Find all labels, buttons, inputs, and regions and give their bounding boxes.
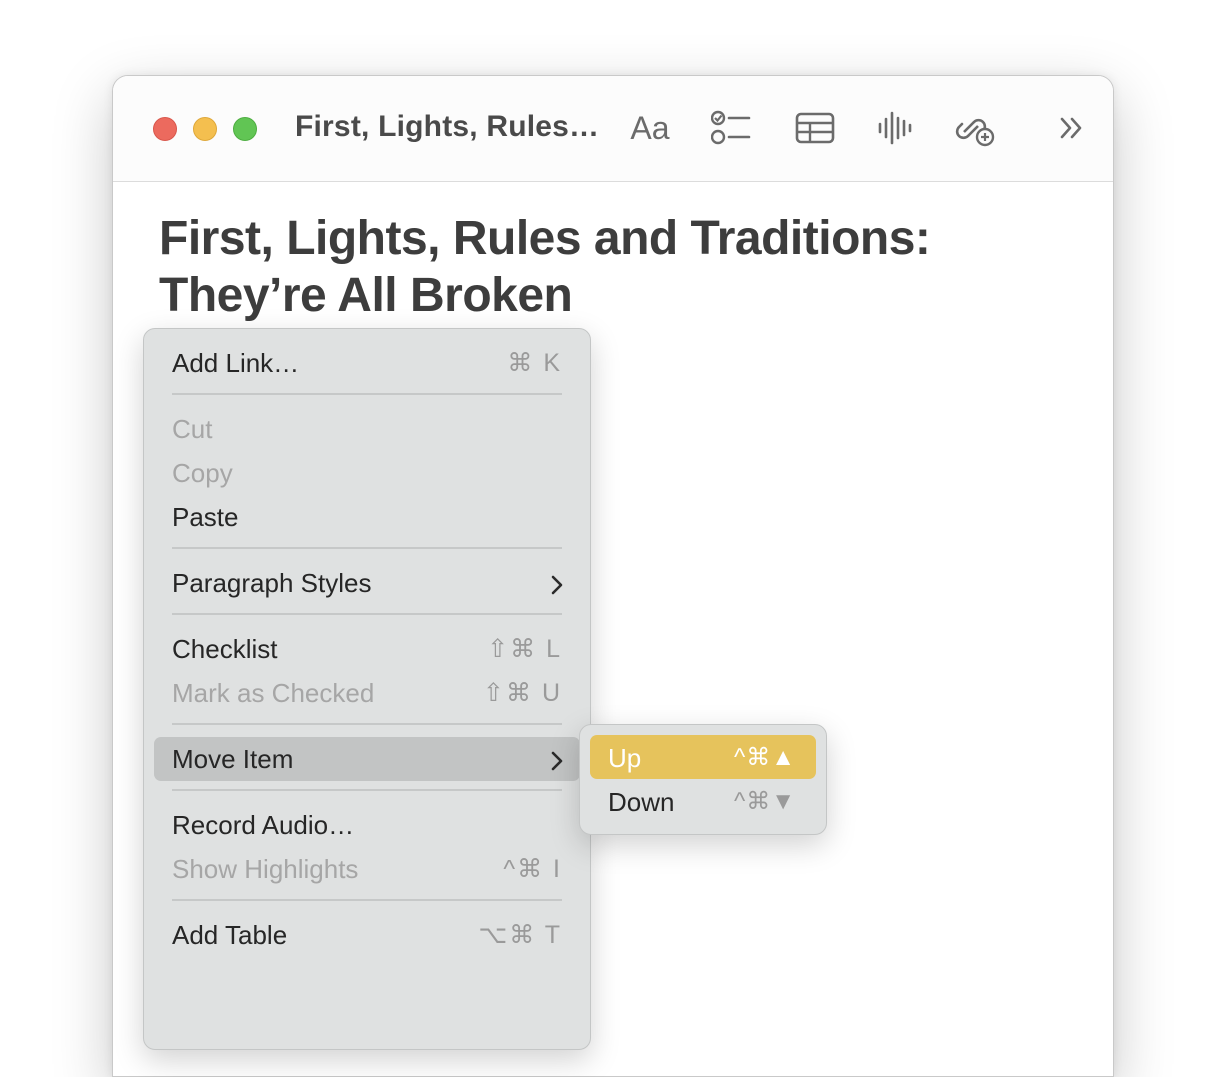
menu-item-copy[interactable]: Copy — [154, 451, 580, 495]
more-icon[interactable] — [1055, 108, 1089, 148]
menu-separator — [172, 723, 562, 725]
menu-item-label: Record Audio… — [172, 809, 355, 840]
menu-item-label: Mark as Checked — [172, 677, 375, 708]
menu-item-add-table[interactable]: Add Table ⌥⌘ T — [154, 913, 580, 957]
note-title-line: They’re All Broken — [159, 269, 573, 322]
menu-separator — [172, 613, 562, 615]
menu-item-label: Copy — [172, 457, 233, 488]
menu-separator — [172, 393, 562, 395]
menu-item-label: Add Table — [172, 919, 288, 950]
table-icon[interactable] — [793, 108, 837, 148]
menu-item-label: Move Item — [172, 743, 294, 774]
menu-item-label: Cut — [172, 413, 213, 444]
chevron-right-icon — [550, 572, 564, 603]
shortcut-label: ⌥⌘ T — [478, 921, 562, 949]
shortcut-label: ^⌘▲ — [733, 744, 796, 771]
menu-separator — [172, 547, 562, 549]
menu-item-label: Checklist — [172, 633, 278, 664]
menu-separator — [172, 899, 562, 901]
menu-item-label: Show Highlights — [172, 853, 359, 884]
menu-item-cut[interactable]: Cut — [154, 407, 580, 451]
zoom-button[interactable] — [233, 117, 257, 141]
menu-item-label: Paste — [172, 501, 239, 532]
menu-item-add-link[interactable]: Add Link… ⌘ K — [154, 341, 580, 385]
shortcut-label: ^⌘▼ — [733, 788, 796, 815]
chevron-right-icon — [550, 748, 564, 779]
collaborate-icon[interactable] — [953, 108, 997, 148]
context-menu: Add Link… ⌘ K Cut Copy Paste Paragraph S… — [143, 328, 591, 1050]
submenu-item-down[interactable]: Down ^⌘▼ — [590, 779, 816, 823]
menu-item-label: Paragraph Styles — [172, 567, 372, 598]
menu-item-paragraph-styles[interactable]: Paragraph Styles — [154, 561, 580, 605]
menu-item-mark-as-checked[interactable]: Mark as Checked ⇧⌘ U — [154, 671, 580, 715]
note-title-line: First, Lights, Rules and Traditions: — [159, 212, 931, 265]
menu-item-checklist[interactable]: Checklist ⇧⌘ L — [154, 627, 580, 671]
close-button[interactable] — [153, 117, 177, 141]
menu-item-label: Down — [608, 787, 675, 817]
menu-item-move-item[interactable]: Move Item — [154, 737, 580, 781]
audio-icon[interactable] — [875, 108, 915, 148]
menu-item-label: Add Link… — [172, 347, 300, 378]
note-title[interactable]: First, Lights, Rules and Traditions: The… — [159, 210, 1059, 324]
shortcut-label: ⇧⌘ U — [483, 679, 562, 707]
window-title: First, Lights, Rules… — [295, 110, 600, 143]
shortcut-label: ⇧⌘ L — [487, 635, 562, 663]
minimize-button[interactable] — [193, 117, 217, 141]
checklist-icon[interactable] — [709, 108, 753, 148]
format-icon[interactable]: Aa — [625, 108, 675, 148]
shortcut-label: ^⌘ I — [503, 855, 562, 883]
menu-item-label: Up — [608, 743, 642, 773]
move-item-submenu: Up ^⌘▲ Down ^⌘▼ — [579, 724, 827, 835]
menu-item-record-audio[interactable]: Record Audio… — [154, 803, 580, 847]
shortcut-label: ⌘ K — [507, 349, 562, 377]
submenu-item-up[interactable]: Up ^⌘▲ — [590, 735, 816, 779]
title-bar: First, Lights, Rules… Aa — [113, 76, 1113, 182]
menu-separator — [172, 789, 562, 791]
menu-item-show-highlights[interactable]: Show Highlights ^⌘ I — [154, 847, 580, 891]
menu-item-paste[interactable]: Paste — [154, 495, 580, 539]
